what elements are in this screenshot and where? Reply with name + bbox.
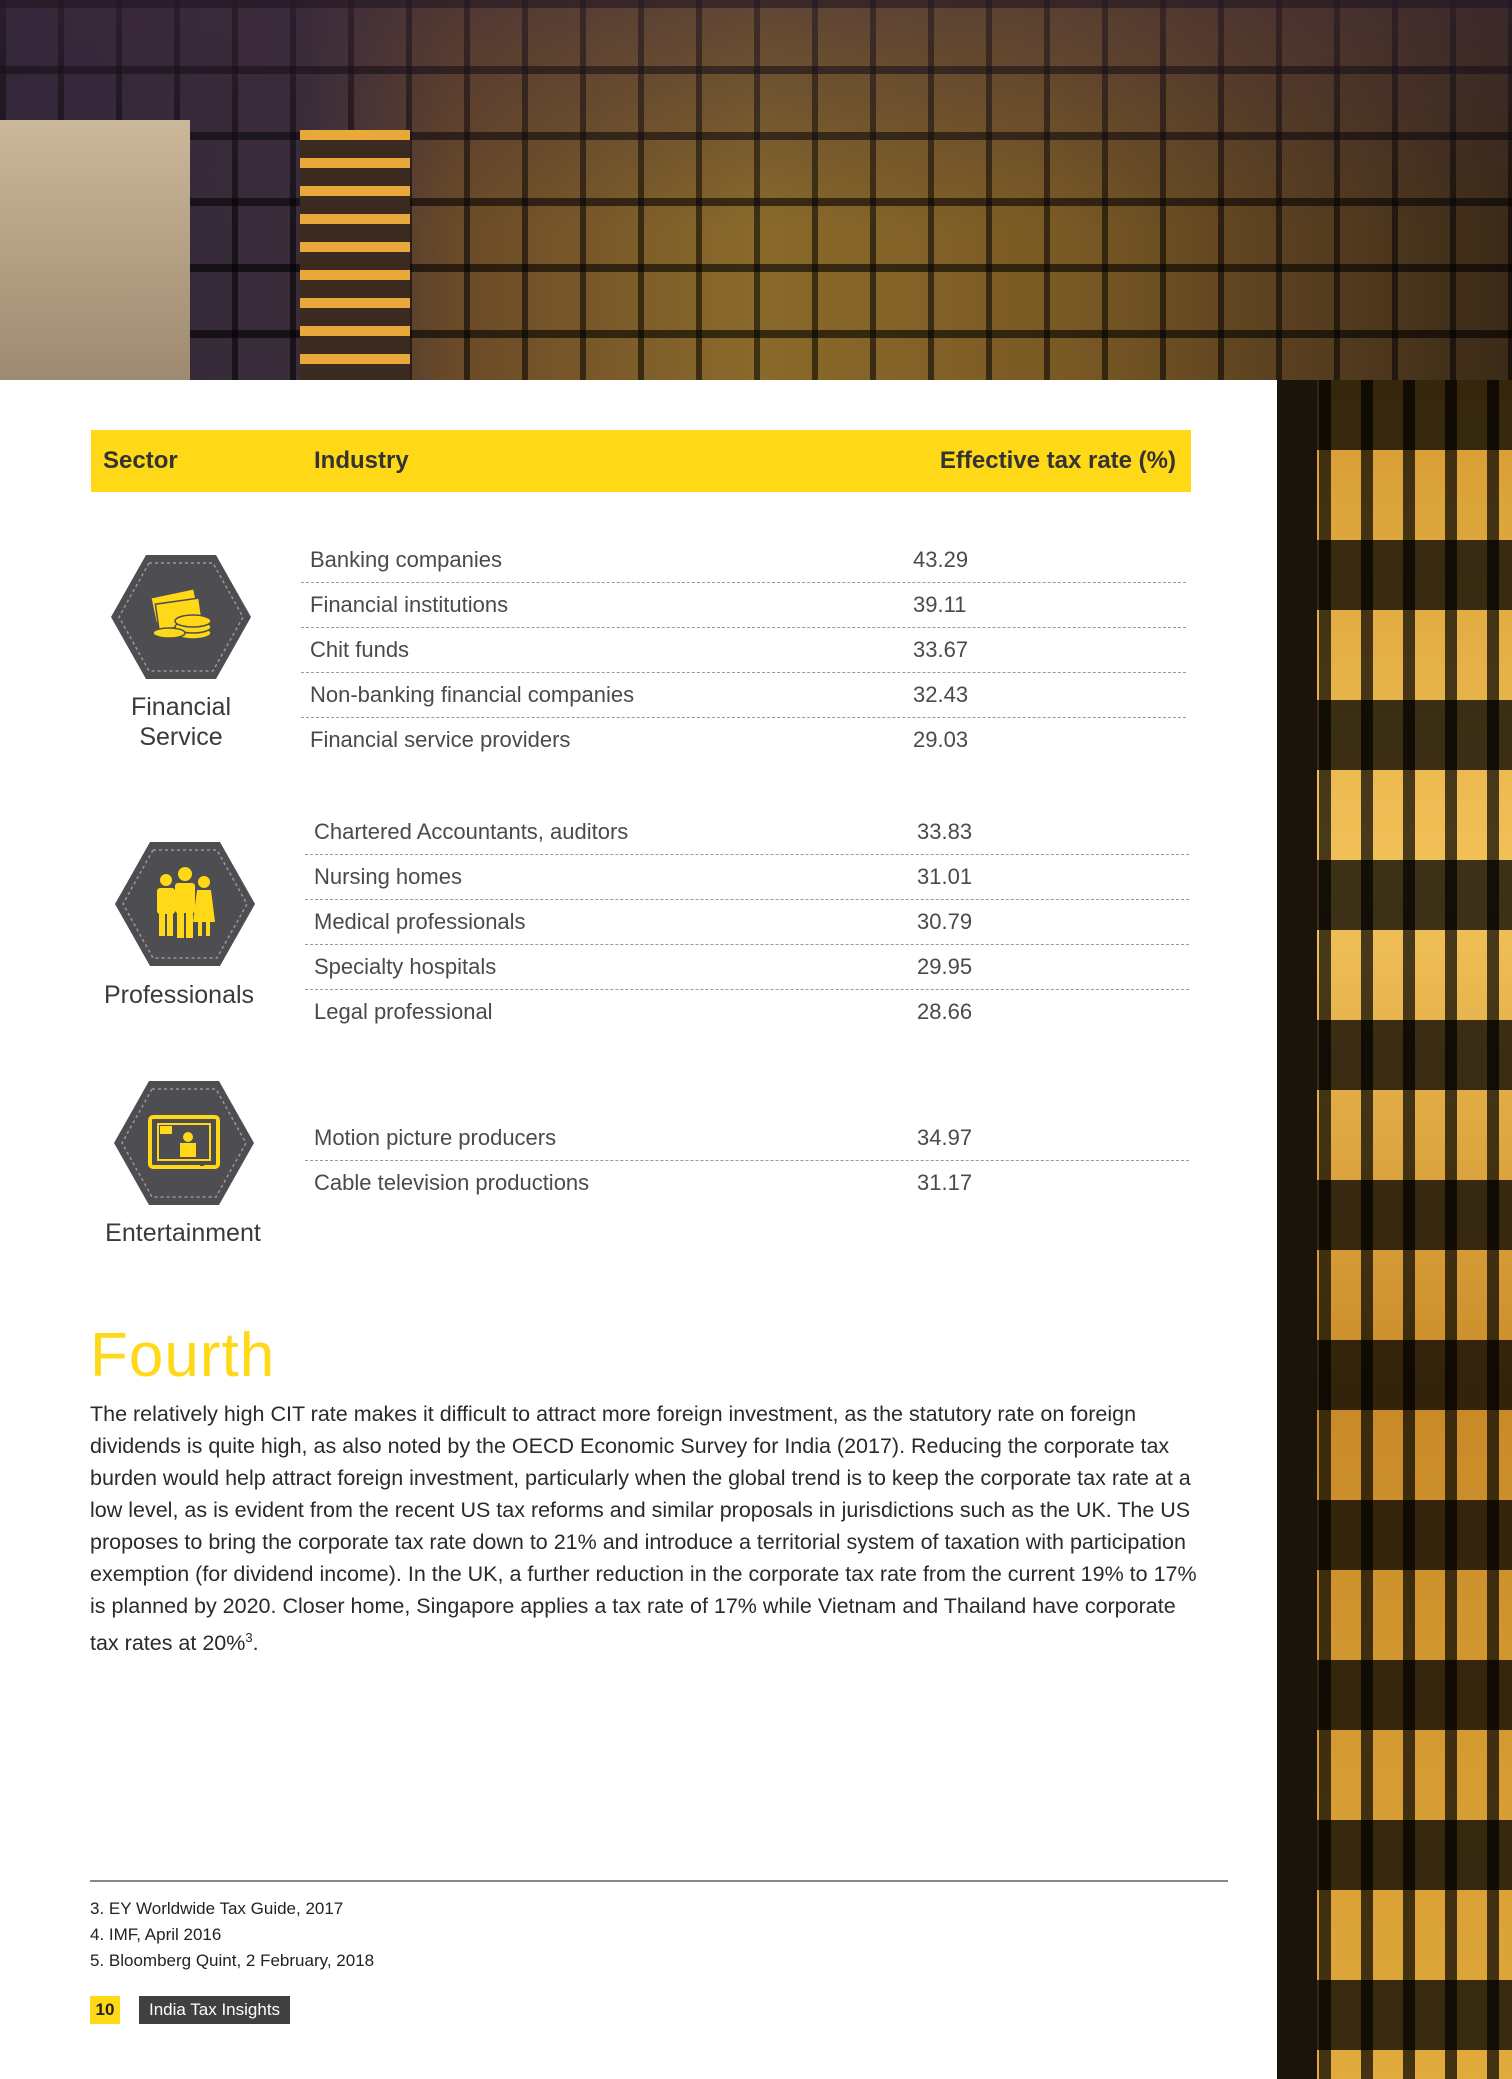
tax-rate: 33.67 xyxy=(913,637,969,662)
table-row: Non-banking financial companies 32.43 xyxy=(301,672,1186,718)
industry-name: Chartered Accountants, auditors xyxy=(314,819,629,844)
industry-name: Legal professional xyxy=(314,999,493,1024)
table-row: Specialty hospitals 29.95 xyxy=(305,944,1189,990)
tax-rate: 29.03 xyxy=(913,727,969,752)
table-row: Financial institutions 39.11 xyxy=(301,582,1186,628)
background-photo-top xyxy=(0,0,1512,380)
header-effective-tax-rate: Effective tax rate (%) xyxy=(939,447,1176,474)
background-building xyxy=(0,120,190,380)
table-row: Cable television productions 31.17 xyxy=(305,1160,1189,1205)
tax-rate: 34.97 xyxy=(917,1125,973,1150)
footnote: 5. Bloomberg Quint, 2 February, 2018 xyxy=(90,1951,375,1970)
industry-name: Motion picture producers xyxy=(314,1125,557,1150)
table-row: Chit funds 33.67 xyxy=(301,627,1186,673)
industry-name: Financial service providers xyxy=(310,727,571,752)
table-row: Medical professionals 30.79 xyxy=(305,899,1189,945)
industry-name: Medical professionals xyxy=(314,909,526,934)
table-row: Motion picture producers 34.97 xyxy=(305,1115,1189,1161)
table-row: Chartered Accountants, auditors 33.83 xyxy=(305,809,1189,855)
industry-name: Specialty hospitals xyxy=(314,954,497,979)
industry-name: Cable television productions xyxy=(314,1170,590,1195)
table-header: Sector Industry Effective tax rate (%) xyxy=(91,430,1191,492)
table-row: Financial service providers 29.03 xyxy=(301,717,1186,762)
header-sector: Sector xyxy=(103,447,178,474)
section-body: The relatively high CIT rate makes it di… xyxy=(90,1402,1197,1656)
industry-name: Banking companies xyxy=(310,547,503,572)
table-row: Banking companies 43.29 xyxy=(301,537,1186,583)
tax-rate: 33.83 xyxy=(917,819,973,844)
footnotes: 3. EY Worldwide Tax Guide, 2017 4. IMF, … xyxy=(90,1896,374,1974)
tax-rate: 28.66 xyxy=(917,999,973,1024)
tax-rate: 31.17 xyxy=(917,1170,973,1195)
background-building-lights xyxy=(300,130,410,380)
industry-name: Nursing homes xyxy=(314,864,462,889)
document-title: India Tax Insights xyxy=(139,1996,291,2024)
table-row: Legal professional 28.66 xyxy=(305,989,1189,1034)
industry-name: Chit funds xyxy=(310,637,410,662)
industry-name: Financial institutions xyxy=(310,592,509,617)
sector-label-entertainment: Entertainment xyxy=(105,1219,261,1247)
tax-rate: 32.43 xyxy=(913,682,969,707)
footnote-reference[interactable]: 3 xyxy=(245,1630,252,1645)
industry-name: Non-banking financial companies xyxy=(310,682,635,707)
tax-rate: 39.11 xyxy=(913,592,967,617)
body-paragraph: The relatively high CIT rate makes it di… xyxy=(90,1402,1197,1656)
header-industry: Industry xyxy=(314,447,409,474)
tax-rate: 31.01 xyxy=(917,864,973,889)
sector-label-professionals: Professionals xyxy=(103,981,255,1009)
footnote-divider xyxy=(90,1880,1228,1882)
tax-rate: 29.95 xyxy=(917,954,973,979)
background-building-edge xyxy=(1277,380,1317,2079)
sector-label-financial-service: Financial Service xyxy=(130,693,232,751)
footnote: 4. IMF, April 2016 xyxy=(90,1925,222,1944)
tax-rate: 30.79 xyxy=(917,909,973,934)
table-row: Nursing homes 31.01 xyxy=(305,854,1189,900)
footnote: 3. EY Worldwide Tax Guide, 2017 xyxy=(90,1899,344,1918)
page-number: 10 xyxy=(90,1996,120,2024)
tax-rate: 43.29 xyxy=(913,547,969,572)
section-heading: Fourth xyxy=(90,1321,276,1390)
